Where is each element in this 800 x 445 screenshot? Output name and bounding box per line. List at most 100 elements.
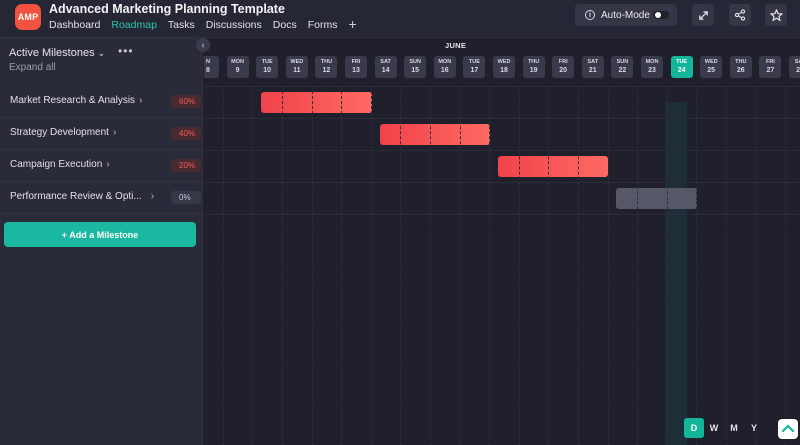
project-logo[interactable]: AMP xyxy=(15,4,41,30)
day-name: FRI xyxy=(351,59,361,65)
expand-icon xyxy=(698,10,708,20)
day-name: TUE xyxy=(468,59,480,65)
grid-line xyxy=(785,86,787,445)
app-brand-icon[interactable] xyxy=(778,419,798,439)
day-date: 10 xyxy=(263,67,272,74)
day-date: 28 xyxy=(796,67,800,74)
day-date: 25 xyxy=(707,67,716,74)
auto-mode-toggle[interactable]: i Auto-Mode xyxy=(575,4,677,26)
zoom-week-button[interactable]: W xyxy=(704,418,724,438)
day-date: 14 xyxy=(381,67,390,74)
day-name: WED xyxy=(704,59,718,65)
milestone-bar[interactable] xyxy=(498,156,609,177)
milestone-row[interactable]: Market Research & Analysis › 60% xyxy=(0,86,203,118)
grid-line xyxy=(607,86,609,445)
day-date: 23 xyxy=(648,67,656,74)
grid-line xyxy=(696,86,698,445)
day-name: THU xyxy=(735,59,747,65)
tab-discussions[interactable]: Discussions xyxy=(206,19,262,31)
day-16: MON 16 xyxy=(433,56,456,78)
favorite-button[interactable] xyxy=(765,4,787,26)
grid-line xyxy=(726,86,727,445)
grid-line xyxy=(400,86,402,445)
day-name: MON xyxy=(438,59,452,65)
chevron-down-icon[interactable]: ⌄ xyxy=(262,3,271,16)
milestone-row[interactable]: Campaign Execution › 20% xyxy=(0,150,203,182)
grid-line xyxy=(518,86,520,445)
milestone-bar[interactable] xyxy=(616,188,698,209)
chevron-right-icon: › xyxy=(150,191,155,202)
tab-dashboard[interactable]: Dashboard xyxy=(49,19,100,31)
grid-line xyxy=(578,86,579,445)
day-date: 15 xyxy=(411,67,420,74)
milestone-row[interactable]: Performance Review & Opti... › 0% xyxy=(0,182,203,214)
day-date: 26 xyxy=(736,67,745,74)
zoom-month-button[interactable]: M xyxy=(724,418,744,438)
zoom-controls: D W M Y xyxy=(684,418,764,438)
day-name: THU xyxy=(320,59,333,65)
month-label: JUNE xyxy=(445,41,467,50)
day-name: TUE xyxy=(261,59,273,65)
collapse-sidebar-icon[interactable]: ‹ xyxy=(196,38,210,52)
day-name: SAT xyxy=(380,59,391,65)
day-name: N xyxy=(206,59,210,65)
day-name: SAT xyxy=(587,59,599,65)
tab-docs[interactable]: Docs xyxy=(273,19,297,31)
share-icon xyxy=(734,9,746,21)
day-11: WED 11 xyxy=(285,56,308,78)
progress-badge: 60% xyxy=(171,95,201,108)
more-options-icon[interactable]: ••• xyxy=(118,44,134,58)
day-date: 21 xyxy=(588,67,597,74)
day-date: 18 xyxy=(500,67,508,74)
tab-tasks[interactable]: Tasks xyxy=(168,19,195,31)
day-24: TUE 24 xyxy=(670,56,693,78)
day-27: FRI 27 xyxy=(759,56,782,78)
info-icon: i xyxy=(585,10,595,20)
add-tab-button[interactable]: + xyxy=(348,17,356,31)
milestone-bar[interactable] xyxy=(261,92,372,113)
day-name: FRI xyxy=(765,59,775,65)
milestones-sidebar: Active Milestones ⌄ ••• Expand all Market… xyxy=(0,38,203,445)
day-name: SUN xyxy=(616,59,629,65)
day-date: 8 xyxy=(206,67,210,74)
zoom-year-button[interactable]: Y xyxy=(744,418,764,438)
milestones-heading[interactable]: Active Milestones ⌄ xyxy=(9,47,105,59)
expand-all-link[interactable]: Expand all xyxy=(9,62,56,73)
day-date: 11 xyxy=(293,67,301,74)
chevron-right-icon: › xyxy=(139,95,143,106)
day-date: 19 xyxy=(529,67,538,74)
grid-line xyxy=(430,86,431,445)
day-28: SAT 28 xyxy=(789,56,800,78)
tab-roadmap[interactable]: Roadmap xyxy=(111,19,157,31)
day-13: FRI 13 xyxy=(345,56,367,78)
toggle-switch[interactable] xyxy=(653,11,669,19)
tab-forms[interactable]: Forms xyxy=(308,19,338,31)
share-button[interactable] xyxy=(729,4,751,26)
day-26: THU 26 xyxy=(729,56,752,78)
grid-line xyxy=(222,86,224,445)
day-22: SUN 22 xyxy=(611,56,634,78)
day-name: WED xyxy=(290,59,304,65)
day-date: 27 xyxy=(766,67,775,74)
chevron-down-icon: ⌄ xyxy=(97,48,106,58)
milestone-bar[interactable] xyxy=(379,124,490,145)
day-date: 13 xyxy=(352,67,360,74)
milestone-name: Campaign Execution xyxy=(10,159,103,170)
grid-line xyxy=(282,86,283,445)
day-name: MON xyxy=(231,59,245,65)
day-date: 16 xyxy=(440,67,449,74)
milestone-row[interactable]: Strategy Development › 40% xyxy=(0,118,203,150)
day-20: FRI 20 xyxy=(552,56,575,78)
project-title[interactable]: Advanced Marketing Planning Template xyxy=(49,2,285,16)
star-icon xyxy=(769,8,783,22)
zoom-day-button[interactable]: D xyxy=(684,418,704,438)
grid-line xyxy=(637,86,639,445)
app-header: AMP Advanced Marketing Planning Template… xyxy=(0,0,800,38)
expand-button[interactable] xyxy=(692,4,714,26)
progress-badge: 20% xyxy=(171,159,201,172)
grid-line xyxy=(755,86,757,445)
grid-line xyxy=(459,86,461,445)
add-milestone-button[interactable]: + Add a Milestone xyxy=(4,222,196,247)
day-name: FRI xyxy=(558,59,568,65)
grid-line xyxy=(252,86,254,445)
